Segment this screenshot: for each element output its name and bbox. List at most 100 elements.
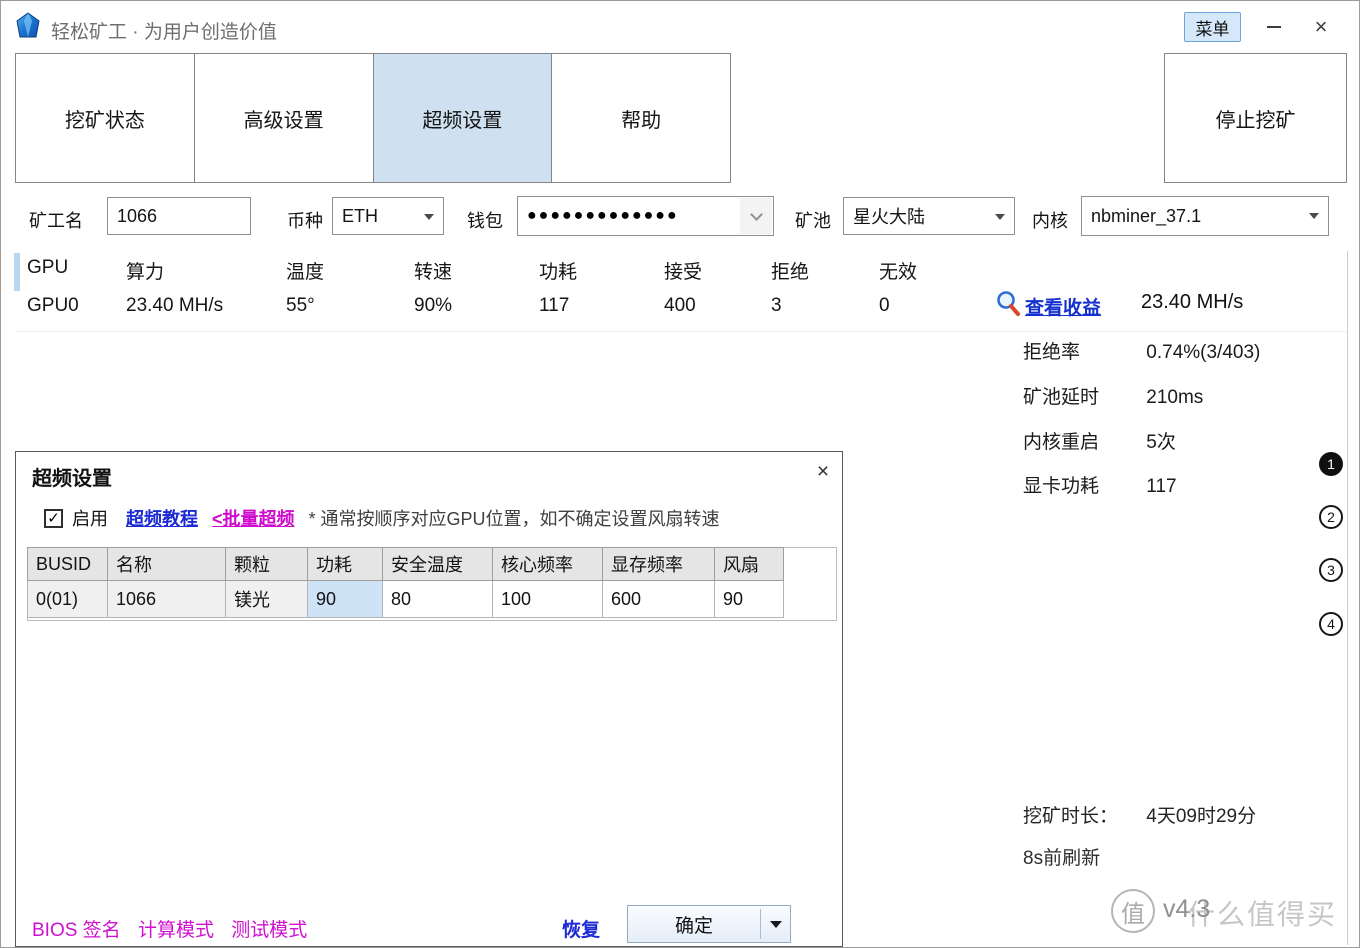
dialog-close-button[interactable]: × — [809, 459, 837, 485]
pool-select[interactable]: 星火大陆 — [843, 197, 1015, 235]
dialog-title: 超频设置 — [32, 462, 112, 491]
stat-label: 拒绝率 — [1023, 337, 1141, 364]
stat-value: 117 — [1146, 476, 1176, 497]
tab-bar: 挖矿状态 高级设置 超频设置 帮助 — [15, 53, 731, 183]
stat-label: 内核重启 — [1023, 427, 1141, 454]
gpu-name: GPU0 — [27, 295, 126, 317]
stop-mining-button[interactable]: 停止挖矿 — [1164, 53, 1347, 183]
col-temperature: 温度 — [286, 257, 414, 284]
minimize-icon — [1267, 26, 1281, 28]
kernel-label: 内核 — [1032, 207, 1068, 233]
restore-link[interactable]: 恢复 — [562, 915, 600, 942]
stat-label: 显卡功耗 — [1023, 471, 1141, 498]
tab-mining-status[interactable]: 挖矿状态 — [16, 54, 195, 182]
stat-gpu-power: 显卡功耗 117 — [1023, 471, 1177, 498]
col-accepted: 接受 — [664, 257, 771, 284]
mining-duration-value: 4天09时29分 — [1146, 806, 1256, 827]
badge-1[interactable]: 1 — [1319, 452, 1343, 476]
batch-overclock-link[interactable]: <批量超频 — [212, 505, 295, 531]
gpu-table-row[interactable]: GPU0 23.40 MH/s 55° 90% 117 400 3 0 — [27, 295, 939, 317]
panel-divider — [1347, 251, 1348, 945]
cell-fan[interactable]: 90 — [714, 581, 784, 618]
wallet-dropdown-button[interactable] — [740, 198, 772, 234]
miner-name-input[interactable]: 1066 — [107, 197, 251, 235]
badge-4[interactable]: 4 — [1319, 612, 1343, 636]
col-hashrate: 算力 — [126, 257, 286, 284]
overclock-dialog: 超频设置 × ✓ 启用 超频教程 <批量超频 * 通常按顺序对应GPU位置，如不… — [15, 451, 843, 947]
gpu-hashrate: 23.40 MH/s — [126, 295, 286, 317]
tab-advanced-settings[interactable]: 高级设置 — [195, 54, 374, 182]
gpu-selection-accent — [14, 253, 20, 291]
cell-mem-clock[interactable]: 600 — [602, 581, 714, 618]
col-fanspeed: 转速 — [414, 257, 539, 284]
test-mode-link[interactable]: 测试模式 — [231, 920, 307, 941]
wallet-input[interactable]: ●●●●●●●●●●●●● — [517, 196, 774, 236]
mining-duration-label: 挖矿时长： — [1023, 801, 1141, 828]
ok-dropdown-button[interactable] — [761, 906, 790, 942]
close-button[interactable]: × — [1304, 11, 1338, 43]
col-fan: 风扇 — [714, 547, 784, 581]
gpu-invalid: 0 — [879, 295, 939, 317]
enable-row: ✓ 启用 超频教程 <批量超频 * 通常按顺序对应GPU位置，如不确定设置风扇转… — [44, 505, 720, 531]
app-window: 轻松矿工 · 为用户创造价值 菜单 × 挖矿状态 高级设置 超频设置 帮助 停止… — [0, 0, 1360, 948]
cell-name: 1066 — [107, 581, 225, 618]
stat-label: 矿池延时 — [1023, 382, 1141, 409]
gpu-accepted: 400 — [664, 295, 771, 317]
stat-value: 0.74%(3/403) — [1146, 342, 1260, 363]
oc-tutorial-link[interactable]: 超频教程 — [126, 505, 198, 531]
col-name: 名称 — [107, 547, 225, 581]
oc-hint-text: * 通常按顺序对应GPU位置，如不确定设置风扇转速 — [309, 505, 720, 531]
gpu-rejected: 3 — [771, 295, 879, 317]
magnifier-icon[interactable] — [993, 289, 1023, 319]
minimize-button[interactable] — [1259, 13, 1289, 41]
chevron-down-icon — [995, 214, 1005, 220]
wallet-label: 钱包 — [467, 207, 503, 233]
cell-power-limit[interactable]: 90 — [307, 581, 382, 618]
col-busid: BUSID — [27, 547, 107, 581]
col-gpu: GPU — [27, 257, 126, 284]
cell-core-clock[interactable]: 100 — [492, 581, 602, 618]
oc-table: BUSID 名称 颗粒 功耗 安全温度 核心频率 显存频率 风扇 0(01) 1… — [27, 547, 784, 618]
total-hashrate: 23.40 MH/s — [1141, 291, 1243, 314]
chevron-down-icon — [770, 921, 782, 928]
col-core-clock: 核心频率 — [492, 547, 602, 581]
col-power: 功耗 — [539, 257, 664, 284]
badge-2[interactable]: 2 — [1319, 505, 1343, 529]
cell-busid: 0(01) — [27, 581, 107, 618]
col-invalid: 无效 — [879, 257, 939, 284]
col-power-limit: 功耗 — [307, 547, 382, 581]
app-version: v4.3 — [1163, 895, 1210, 924]
ok-button[interactable]: 确定 — [628, 906, 760, 942]
kernel-value: nbminer_37.1 — [1091, 206, 1201, 227]
coin-select[interactable]: ETH — [332, 197, 444, 235]
miner-name-label: 矿工名 — [29, 207, 83, 233]
bios-sign-link[interactable]: BIOS 签名 — [32, 920, 121, 941]
compute-mode-link[interactable]: 计算模式 — [138, 920, 214, 941]
bios-links-row: BIOS 签名 计算模式 测试模式 — [32, 915, 319, 942]
coin-label: 币种 — [287, 207, 323, 233]
chevron-down-icon — [424, 214, 434, 220]
menu-button[interactable]: 菜单 — [1184, 12, 1241, 42]
pool-value: 星火大陆 — [853, 203, 925, 229]
wallet-masked-value: ●●●●●●●●●●●●● — [527, 207, 679, 225]
gpu-power: 117 — [539, 295, 664, 317]
badge-3[interactable]: 3 — [1319, 558, 1343, 582]
list-divider — [15, 331, 1347, 332]
kernel-select[interactable]: nbminer_37.1 — [1081, 196, 1329, 236]
col-memory-vendor: 颗粒 — [225, 547, 307, 581]
col-rejected: 拒绝 — [771, 257, 879, 284]
gpu-temperature: 55° — [286, 295, 414, 317]
stat-value: 210ms — [1146, 387, 1203, 408]
col-mem-clock: 显存频率 — [602, 547, 714, 581]
oc-table-row: 0(01) 1066 镁光 90 80 100 600 90 — [27, 581, 784, 618]
app-logo-icon — [13, 12, 43, 42]
tab-overclock-settings[interactable]: 超频设置 — [374, 54, 553, 182]
chevron-down-icon — [1309, 213, 1319, 219]
watermark-badge: 值 — [1111, 889, 1155, 933]
tab-help[interactable]: 帮助 — [552, 54, 730, 182]
view-income-link[interactable]: 查看收益 — [1025, 293, 1101, 320]
pool-label: 矿池 — [795, 207, 831, 233]
refresh-status-text: 8s前刷新 — [1023, 843, 1100, 870]
enable-checkbox[interactable]: ✓ — [44, 509, 63, 528]
cell-safe-temp[interactable]: 80 — [382, 581, 492, 618]
